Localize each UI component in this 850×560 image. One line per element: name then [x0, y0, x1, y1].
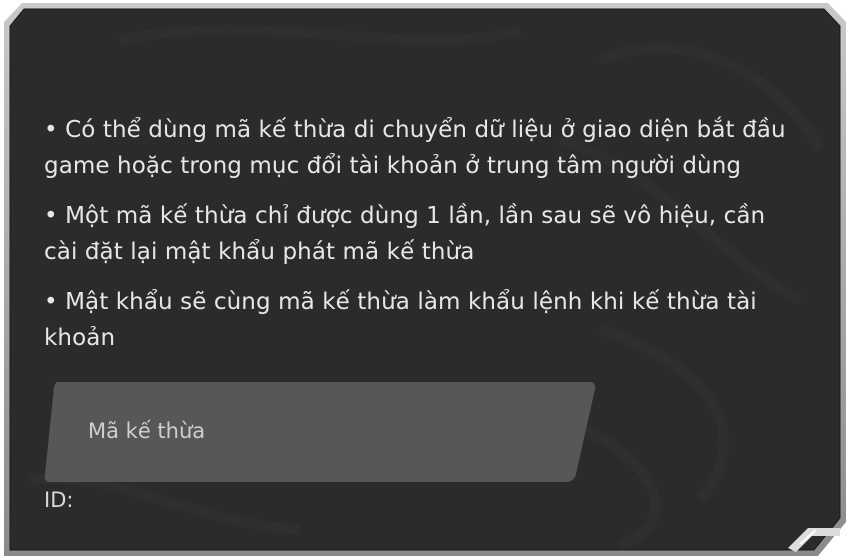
info-item-3: • Mật khẩu sẽ cùng mã kế thừa làm khẩu l… — [44, 289, 757, 351]
info-item-1: • Có thể dùng mã kế thừa di chuyển dữ li… — [44, 117, 786, 179]
info-list: • Có thể dùng mã kế thừa di chuyển dữ li… — [44, 112, 804, 370]
info-item-2: • Một mã kế thừa chỉ được dùng 1 lần, lầ… — [44, 203, 766, 265]
id-label: ID: — [44, 488, 74, 512]
inherit-code-placeholder: Mã kế thừa — [88, 419, 206, 443]
inherit-code-input[interactable]: Mã kế thừa — [44, 382, 596, 482]
